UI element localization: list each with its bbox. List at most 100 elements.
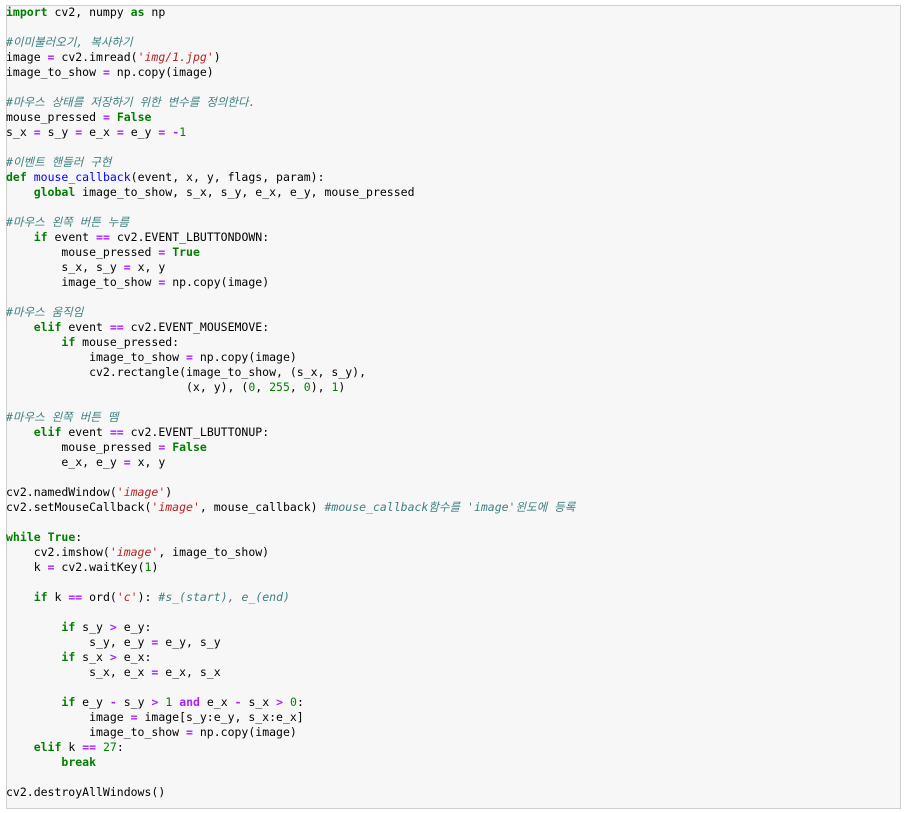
code-text: image — [6, 50, 48, 64]
code-text: : — [75, 530, 83, 544]
code-text: , image_to_show) — [158, 545, 270, 559]
operator-token: = — [102, 110, 110, 124]
keyword-token: def — [6, 170, 27, 184]
code-text: ), — [310, 380, 332, 394]
keyword-token: True — [172, 245, 200, 259]
keyword-token: break — [61, 755, 97, 769]
code-line: #마우스 상태를 저장하기 위한 변수를 정의한다. — [6, 95, 901, 110]
string-token: 'image' — [109, 545, 159, 559]
operator-token: = — [123, 260, 131, 274]
keyword-token: import — [6, 5, 48, 19]
keyword-token: True — [47, 530, 76, 544]
code-text: s_y — [40, 125, 76, 139]
code-text: k — [6, 560, 48, 574]
number-token: 0 — [290, 695, 297, 709]
keyword-token: global — [33, 185, 76, 199]
code-line: k = cv2.waitKey(1) — [6, 560, 901, 575]
code-text: x, y — [130, 260, 166, 274]
code-text: e_x — [82, 125, 117, 139]
code-text: image_to_show — [6, 350, 187, 364]
string-token: 'image' — [116, 485, 166, 499]
operator-token: > — [109, 620, 117, 634]
operator-token: = — [102, 65, 110, 79]
code-text: image[s_y:e_y, s_x:e_x] — [137, 710, 304, 724]
comment-token: #마우스 왼쪽 버튼 누름 — [6, 215, 129, 229]
code-line: if e_y - s_y > 1 and e_x - s_x > 0: — [6, 695, 901, 710]
code-line: image_to_show = np.copy(image) — [6, 65, 901, 80]
operator-token: = — [33, 125, 41, 139]
code-line: if event == cv2.EVENT_LBUTTONDOWN: — [6, 230, 901, 245]
code-line: break — [6, 755, 901, 770]
code-text: image_to_show, s_x, s_y, e_x, e_y, mouse… — [75, 185, 415, 199]
code-text: s_x, e_x — [6, 665, 152, 679]
comment-token: #이벤트 핸들러 구현 — [6, 155, 112, 169]
operator-token: == — [109, 425, 124, 439]
code-editor[interactable]: import cv2, numpy as np #이미불러오기, 복사하기 imag… — [6, 5, 901, 800]
code-text: (x, y), ( — [6, 380, 249, 394]
code-line: s_y, e_y = e_y, s_y — [6, 635, 901, 650]
code-text: e_y: — [116, 620, 152, 634]
operator-token: and — [179, 695, 200, 709]
comment-token: #마우스 움직임 — [6, 305, 84, 319]
operator-token: == — [82, 740, 97, 754]
code-text: s_y, e_y — [6, 635, 152, 649]
code-text: cv2.destroyAllWindows() — [6, 785, 166, 799]
code-text: np.copy(image) — [109, 65, 214, 79]
code-text: e_x — [199, 695, 235, 709]
number-token: 1 — [179, 125, 187, 139]
code-line: cv2.destroyAllWindows() — [6, 785, 901, 800]
code-line: #이미불러오기, 복사하기 — [6, 35, 901, 50]
code-text: s_y — [116, 695, 152, 709]
code-line: cv2.namedWindow('image') — [6, 485, 901, 500]
code-text: s_x, s_y — [6, 260, 124, 274]
code-line: if k == ord('c'): #s_(start), e_(end) — [6, 590, 901, 605]
code-line: elif event == cv2.EVENT_MOUSEMOVE: — [6, 320, 901, 335]
code-line: import cv2, numpy as np — [6, 5, 901, 20]
string-token: 'image' — [151, 500, 200, 514]
code-text: event — [61, 425, 110, 439]
string-token: 'img/1.jpg' — [137, 50, 214, 64]
code-text: np.copy(image) — [165, 275, 270, 289]
code-text: cv2.rectangle(image_to_show, (s_x, s_y), — [6, 365, 367, 379]
code-line: cv2.imshow('image', image_to_show) — [6, 545, 901, 560]
code-text: x, y — [130, 455, 166, 469]
operator-token: == — [68, 590, 83, 604]
code-line: s_x, e_x = e_x, s_x — [6, 665, 901, 680]
code-line: #이벤트 핸들러 구현 — [6, 155, 901, 170]
code-text: , mouse_callback) — [199, 500, 325, 514]
keyword-token: if — [61, 695, 76, 709]
code-line: #마우스 왼쪽 버튼 누름 — [6, 215, 901, 230]
code-line: def mouse_callback(event, x, y, flags, p… — [6, 170, 901, 185]
code-line: image_to_show = np.copy(image) — [6, 275, 901, 290]
code-text: cv2.EVENT_LBUTTONDOWN: — [109, 230, 270, 244]
code-line: mouse_pressed = False — [6, 440, 901, 455]
code-text: : — [116, 740, 124, 754]
keyword-token: if — [61, 335, 76, 349]
code-text: image — [6, 710, 131, 724]
code-text: event — [47, 230, 97, 244]
operator-token: = — [123, 455, 131, 469]
code-text: , — [255, 380, 270, 394]
code-text: , — [289, 380, 304, 394]
code-text: (event, x, y, flags, param): — [130, 170, 325, 184]
comment-token: #s_(start), e_(end) — [158, 590, 290, 604]
keyword-token: False — [116, 110, 152, 124]
code-text: e_x, s_x — [158, 665, 221, 679]
